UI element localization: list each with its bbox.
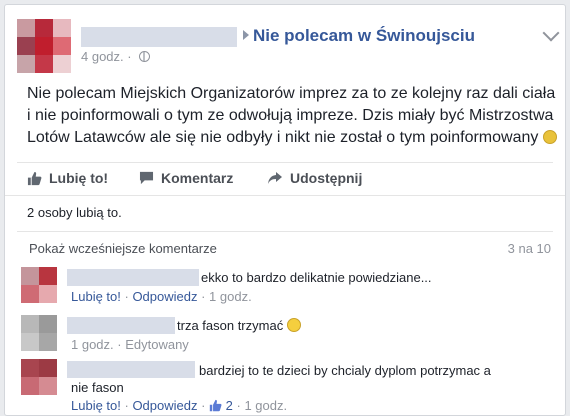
post-meta: 4 godz. · [81,49,151,64]
comment-icon [139,171,154,185]
comment-like-link[interactable]: Lubię to! [71,398,121,413]
commenter-avatar[interactable] [21,315,57,351]
likes-summary[interactable]: 2 osoby lubią to. [27,205,122,220]
edited-label[interactable]: Edytowany [125,337,189,352]
post-time[interactable]: 4 godz. · [81,49,132,64]
like-label: Lubię to! [49,170,109,186]
commenter-name-blurred[interactable] [67,269,199,286]
group-link[interactable]: Nie polecam w Świnoujsciu [253,26,475,46]
comment-button[interactable]: Komentarz [139,167,233,189]
comment-meta: 1 godz. · Edytowany [71,337,189,352]
smile-emoji-icon [286,318,301,332]
comment-text-body: trza fason trzymać [177,318,284,333]
globe-icon [139,51,151,62]
comment-time[interactable]: 1 godz. [244,398,287,413]
comment-text: trza fason trzymać [177,318,301,333]
comment-meta: Lubię to! · Odpowiedz · 1 godz. [71,289,252,304]
comment-like-count[interactable]: 2 [226,398,233,413]
divider [5,195,565,196]
divider [17,231,553,232]
commenter-avatar[interactable] [21,267,57,303]
comment-text: ekko to bardzo delikatnie powiedziane... [201,270,432,285]
share-button[interactable]: Udostępnij [267,167,362,189]
divider [17,162,553,163]
post-text-body: Nie polecam Miejskich Organizatorów impr… [27,85,556,146]
comment-like-link[interactable]: Lubię to! [71,289,121,304]
comment-time[interactable]: 1 godz. [209,289,252,304]
thumbs-up-icon [209,399,222,412]
comments-count: 3 na 10 [507,241,551,256]
show-earlier-comments-link[interactable]: Pokaż wcześniejsze komentarze [29,241,217,256]
comment-text: bardziej to te dzieci by chcialy dyplom … [71,363,491,395]
comment-meta: Lubię to! · Odpowiedz · 2 · 1 godz. [71,398,288,413]
comment-time[interactable]: 1 godz. [71,337,114,352]
comment-reply-link[interactable]: Odpowiedz [132,398,197,413]
author-name-blurred[interactable] [81,27,237,47]
arrow-right-icon [243,30,249,40]
chevron-down-icon[interactable] [542,24,560,42]
commenter-avatar[interactable] [21,359,57,395]
post-text: Nie polecam Miejskich Organizatorów impr… [27,83,559,149]
author-avatar[interactable] [17,19,71,73]
share-label: Udostępnij [290,170,363,186]
comment-reply-link[interactable]: Odpowiedz [132,289,197,304]
share-arrow-icon [268,172,282,184]
commenter-name-blurred[interactable] [67,317,175,334]
comment-label: Komentarz [161,170,234,186]
post-card: Nie polecam w Świnoujsciu 4 godz. · Nie … [4,4,566,416]
like-button[interactable]: Lubię to! [27,167,108,189]
sad-face-emoji-icon [542,130,557,144]
thumbs-up-icon [27,171,42,185]
